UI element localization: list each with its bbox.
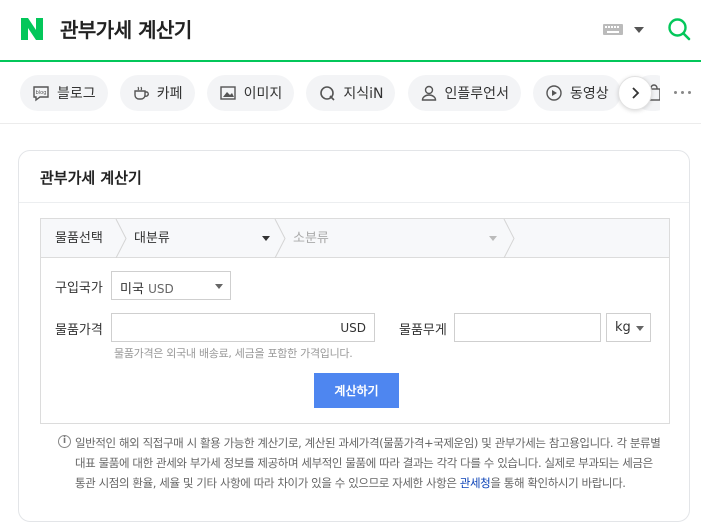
card-divider <box>19 202 689 203</box>
image-icon <box>219 84 237 102</box>
cafe-icon <box>132 84 150 102</box>
price-hint: 물품가격은 외국내 배송료, 세금을 포함한 가격입니다. <box>114 347 353 360</box>
crumb-product-select: 물품선택 <box>55 231 103 246</box>
country-currency: USD <box>148 282 174 296</box>
weight-unit: kg <box>615 320 631 335</box>
country-label: 구입국가 <box>55 281 103 296</box>
tabs-divider <box>0 123 701 124</box>
chevron-down-icon <box>489 236 497 241</box>
weight-label: 물품무게 <box>399 323 447 338</box>
tab-label: 이미지 <box>243 86 283 102</box>
search-header: 관부가세 계산기 <box>0 0 701 60</box>
tab-kin[interactable]: 지식iN <box>306 75 396 111</box>
price-unit: USD <box>340 321 366 335</box>
notice-text: 일반적인 해외 직접구매 시 활용 가능한 계산기로, 계산된 과세가격(물품가… <box>75 436 661 490</box>
tab-blog[interactable]: blog 블로그 <box>20 75 108 111</box>
search-icon[interactable] <box>667 17 691 41</box>
tab-video[interactable]: 동영상 <box>533 75 621 111</box>
search-query[interactable]: 관부가세 계산기 <box>60 14 192 43</box>
tab-image[interactable]: 이미지 <box>206 75 295 111</box>
crumb-divider <box>115 219 127 258</box>
tab-influencer[interactable]: 인플루언서 <box>407 75 521 111</box>
subcategory-dropdown[interactable]: 소분류 <box>293 219 498 258</box>
blog-icon: blog <box>32 84 50 102</box>
category-selector: 물품선택 대분류 소분류 <box>41 219 669 258</box>
category-dropdown[interactable]: 대분류 <box>134 219 274 258</box>
chevron-down-icon[interactable] <box>634 27 644 33</box>
svg-text:blog: blog <box>36 90 47 96</box>
chevron-right-icon <box>632 87 640 99</box>
tab-label: 인플루언서 <box>444 86 509 102</box>
calculator-card: 관부가세 계산기 물품선택 대분류 소분류 구입국가 미국 USD 물품가격 U… <box>18 150 690 522</box>
naver-logo[interactable] <box>19 16 45 42</box>
tab-cafe[interactable]: 카페 <box>119 75 195 111</box>
calculator-form: 물품선택 대분류 소분류 구입국가 미국 USD 물품가격 USD 물품가격은 … <box>40 218 670 424</box>
person-icon <box>420 84 438 102</box>
tab-label: 카페 <box>156 86 183 102</box>
info-icon: i <box>58 435 71 448</box>
card-title: 관부가세 계산기 <box>40 169 142 187</box>
price-input[interactable]: USD <box>111 313 375 342</box>
chevron-down-icon <box>636 326 644 331</box>
keyboard-icon[interactable] <box>603 24 623 35</box>
chevron-down-icon <box>262 236 270 241</box>
weight-unit-select[interactable]: kg <box>606 313 651 342</box>
play-icon <box>545 84 563 102</box>
tab-label: 블로그 <box>57 86 96 102</box>
calculate-button[interactable]: 계산하기 <box>314 373 399 408</box>
price-label: 물품가격 <box>55 323 103 338</box>
country-select[interactable]: 미국 USD <box>111 271 231 300</box>
tab-label: 동영상 <box>570 86 609 102</box>
more-icon[interactable] <box>674 91 691 94</box>
crumb-divider <box>274 219 286 258</box>
customs-link[interactable]: 관세청 <box>460 476 491 490</box>
weight-input[interactable] <box>454 313 601 342</box>
search-tabs: blog 블로그 카페 이미지 지식iN 인플루언서 동영상 <box>20 75 660 111</box>
chevron-down-icon <box>215 284 223 289</box>
country-value: 미국 <box>120 282 144 297</box>
crumb-divider <box>503 219 515 258</box>
tab-label: 지식iN <box>343 86 384 102</box>
kin-icon <box>318 84 336 102</box>
tabs-next-button[interactable] <box>618 76 652 110</box>
header-divider <box>0 60 701 62</box>
